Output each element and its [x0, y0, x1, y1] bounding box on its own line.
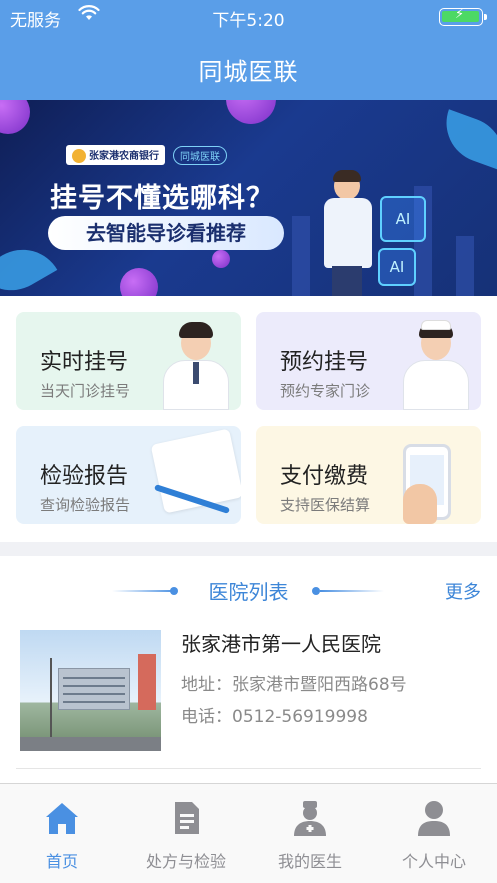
card-title: 预约挂号: [280, 350, 369, 375]
promo-banner[interactable]: 张家港农商银行 同城医联 挂号不懂选哪科？ 去智能导诊看推荐 AI AI: [0, 100, 497, 296]
appointment-registration-card[interactable]: 预约挂号 预约专家门诊: [256, 312, 481, 410]
ai-screen: AI: [380, 196, 426, 242]
tab-prescriptions[interactable]: 处方与检验: [124, 784, 248, 883]
banner-cta[interactable]: 去智能导诊看推荐: [48, 216, 284, 250]
card-title: 实时挂号: [40, 350, 129, 375]
clock: 下午5:20: [212, 11, 285, 31]
app-logo: 同城医联: [173, 145, 227, 165]
dot-icon: [312, 587, 320, 595]
banner-logos: 张家港农商银行 同城医联: [66, 144, 227, 166]
tab-label: 首页: [45, 852, 78, 871]
home-icon: [46, 803, 78, 834]
status-bar: 无服务 下午5:20 ⚡: [0, 0, 497, 34]
bank-logo: 张家港农商银行: [66, 145, 165, 165]
banner-headline: 挂号不懂选哪科？: [50, 183, 274, 214]
payment-card[interactable]: 支付缴费 支持医保结算: [256, 426, 481, 524]
battery-charging-icon: ⚡: [439, 7, 487, 26]
tab-label: 我的医生: [277, 852, 342, 871]
card-subtitle: 预约专家门诊: [280, 382, 371, 400]
card-subtitle: 当天门诊挂号: [40, 382, 131, 400]
doctor-icon: [294, 801, 326, 836]
tab-profile[interactable]: 个人中心: [372, 784, 496, 883]
card-title: 支付缴费: [280, 464, 369, 489]
hospital-list-section: 医院列表 更多 张家港市第一人民医院 地址：张家港市暨阳西路68号 电话：051…: [0, 556, 497, 783]
card-subtitle: 查询检验报告: [40, 496, 131, 514]
more-link[interactable]: 更多: [445, 578, 481, 604]
doctor-photo: [157, 320, 235, 410]
hospital-photo: [20, 630, 161, 751]
tab-label: 个人中心: [401, 852, 466, 871]
tab-my-doctor[interactable]: 我的医生: [248, 784, 372, 883]
doctor-illustration: [318, 170, 378, 296]
page-title: 同城医联: [198, 58, 299, 86]
section-title: 医院列表: [208, 580, 289, 604]
card-subtitle: 支持医保结算: [280, 496, 371, 514]
top-bar: 无服务 下午5:20 ⚡ 同城医联: [0, 0, 497, 100]
hand-image: [403, 484, 437, 524]
tab-label: 处方与检验: [145, 852, 226, 871]
hospital-name: 张家港市第一人民医院: [181, 632, 381, 656]
divider: [16, 768, 481, 769]
hospital-list-item[interactable]: 张家港市第一人民医院 地址：张家港市暨阳西路68号 电话：0512-569199…: [0, 624, 497, 764]
lab-report-card[interactable]: 检验报告 查询检验报告: [16, 426, 241, 524]
tab-bar: 首页 处方与检验 我的医生 个人中心: [0, 783, 497, 883]
document-icon: [175, 802, 199, 834]
user-icon: [418, 801, 450, 836]
nurse-photo: [397, 320, 475, 410]
realtime-registration-card[interactable]: 实时挂号 当天门诊挂号: [16, 312, 241, 410]
section-header: 医院列表 更多: [0, 572, 497, 608]
hospital-address: 地址：张家港市暨阳西路68号: [181, 675, 407, 695]
card-title: 检验报告: [40, 464, 129, 489]
tab-home[interactable]: 首页: [0, 784, 124, 883]
quick-actions: 实时挂号 当天门诊挂号 预约挂号 预约专家门诊 检验报告 查询检验报告 支付缴费…: [0, 296, 497, 542]
ai-screen: AI: [378, 248, 416, 286]
hospital-phone: 电话：0512-56919998: [181, 707, 368, 727]
